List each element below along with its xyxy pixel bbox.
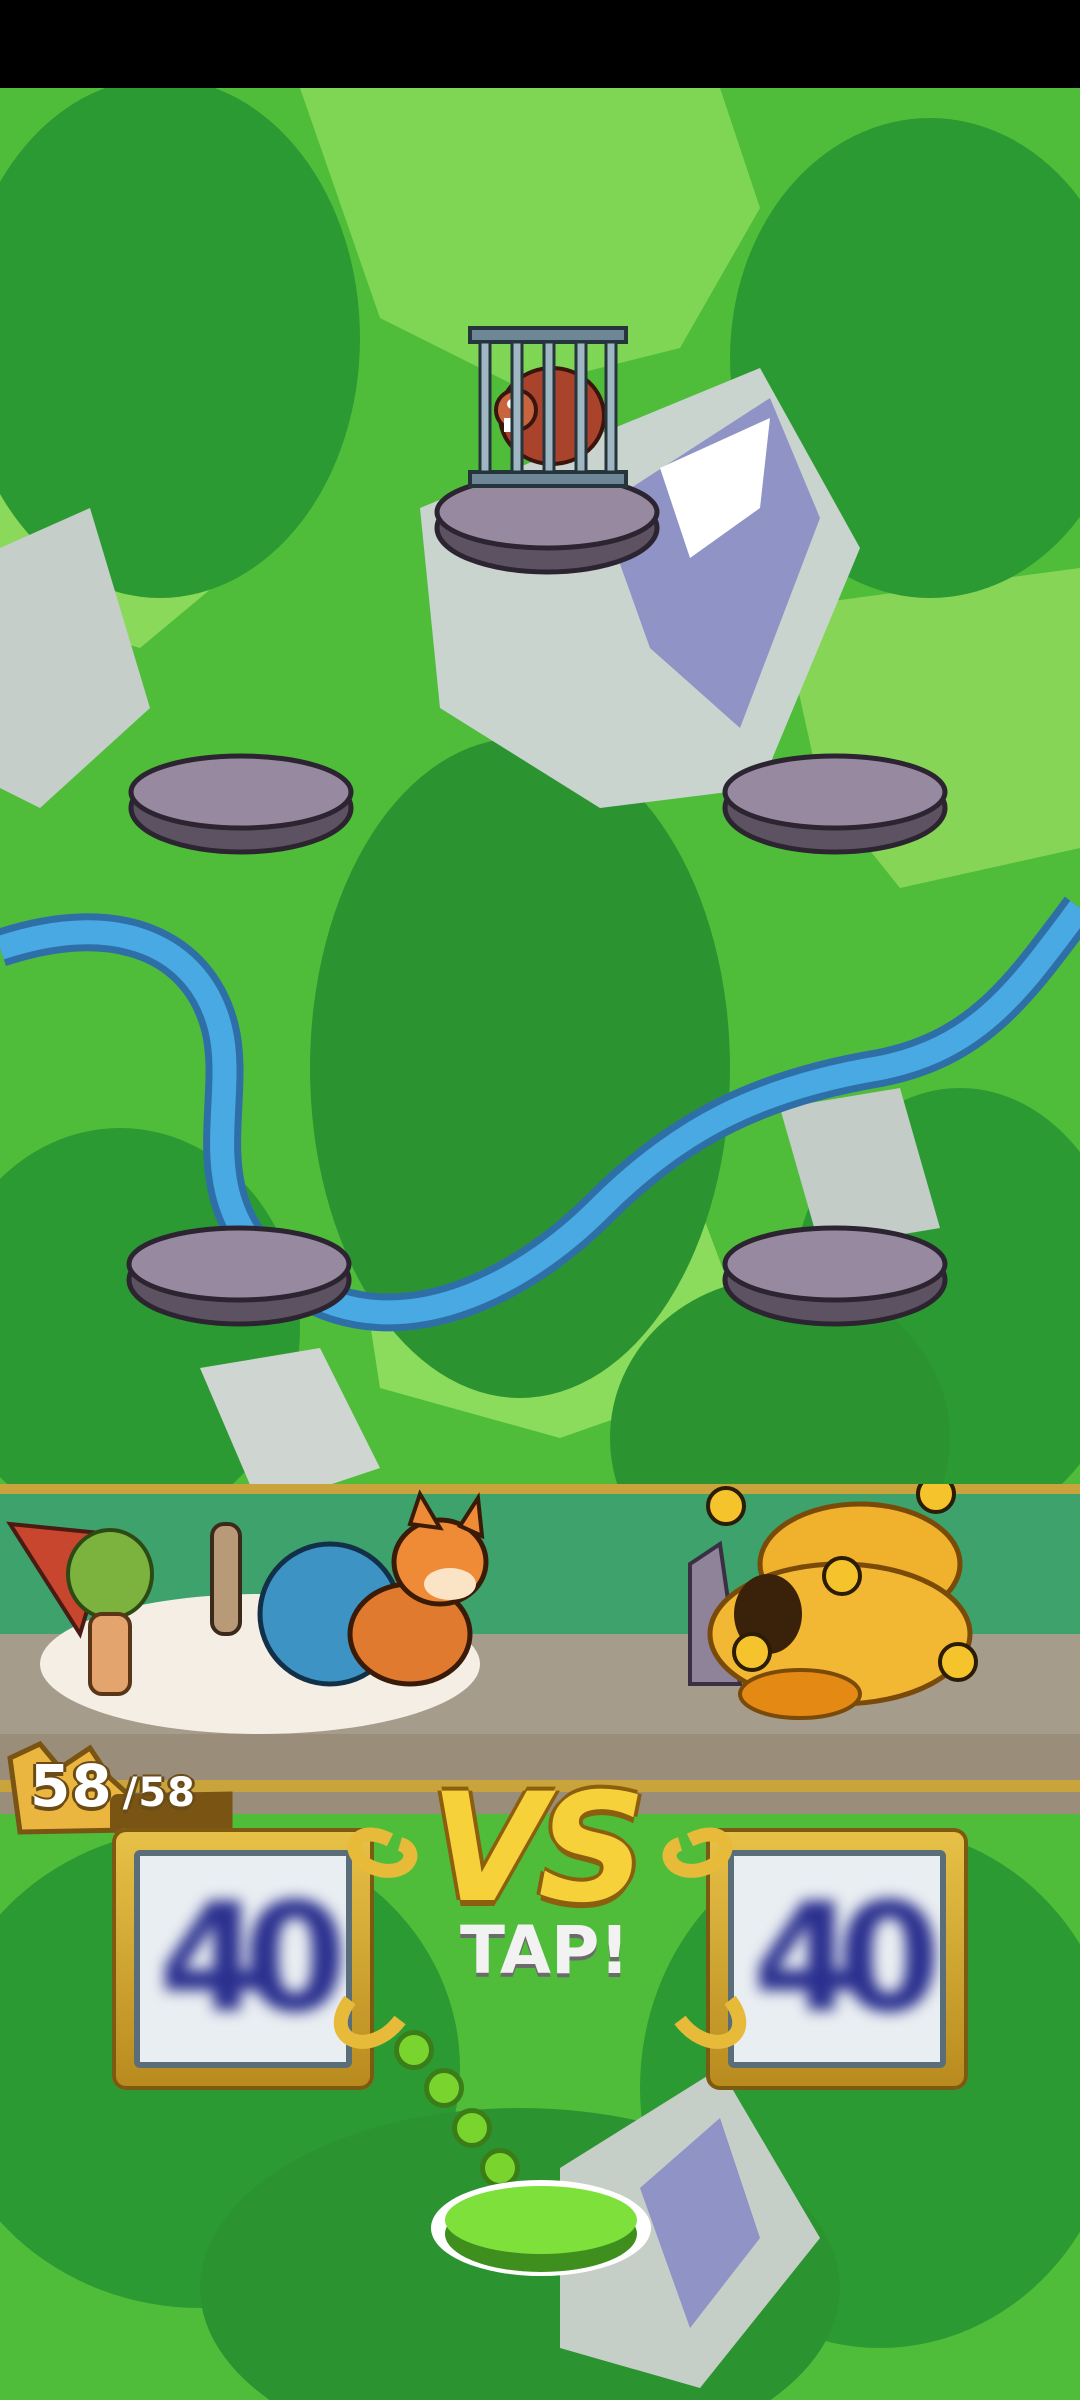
player-card-face: 40 — [134, 1850, 352, 2068]
enemy-card-value: 40 — [752, 1872, 940, 2046]
enemy-card-face: 40 — [728, 1850, 946, 2068]
tap-path-dot — [452, 2108, 492, 2148]
status-bar — [0, 0, 1080, 88]
hp-counter: 58/58 — [30, 1752, 196, 1820]
caged-monster[interactable] — [466, 324, 630, 492]
platform-low-right[interactable] — [722, 1220, 948, 1330]
tap-button-icon[interactable] — [426, 2168, 656, 2280]
tap-path-dot — [424, 2068, 464, 2108]
platform-mid-right[interactable] — [722, 748, 948, 858]
vs-label: VS — [430, 1762, 646, 1936]
otter-pet — [210, 1522, 242, 1636]
player-card-value: 40 — [158, 1872, 346, 2046]
tap-label: TAP! — [460, 1912, 630, 1989]
hp-max: /58 — [122, 1770, 196, 1816]
hp-current: 58 — [30, 1752, 113, 1820]
platform-mid-left[interactable] — [128, 748, 354, 858]
platform-low-left[interactable] — [126, 1220, 352, 1330]
tap-path-dot — [394, 2030, 434, 2070]
